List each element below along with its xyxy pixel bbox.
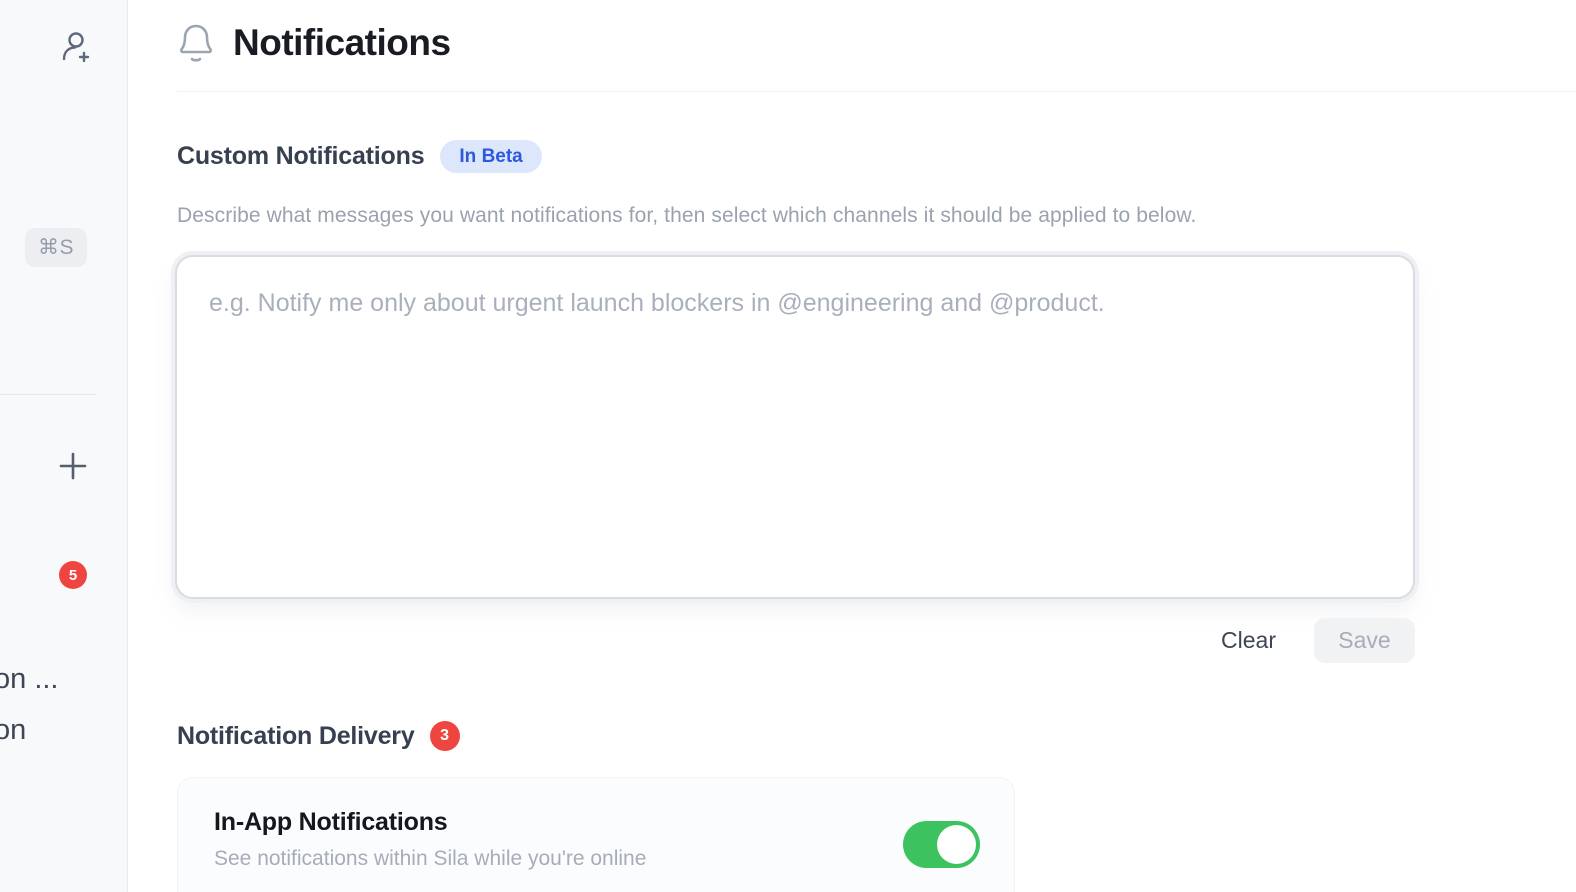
add-user-icon[interactable] <box>55 28 93 66</box>
in-app-notifications-toggle[interactable] <box>903 821 980 868</box>
notification-delivery-title: Notification Delivery <box>177 721 415 750</box>
toggle-knob <box>937 825 976 864</box>
page-header: Notifications <box>177 20 451 66</box>
sidebar-divider <box>0 394 97 395</box>
clear-button[interactable]: Clear <box>1221 627 1276 654</box>
shortcut-badge: ⌘S <box>25 228 87 267</box>
notifications-settings-page: Notifications Custom Notifications In Be… <box>129 0 1576 892</box>
delivery-item-card: In-App Notifications See notifications w… <box>177 777 1015 892</box>
custom-notifications-title: Custom Notifications <box>177 142 425 170</box>
delivery-count-badge: 3 <box>429 721 460 751</box>
page-title: Notifications <box>233 22 451 63</box>
save-button[interactable]: Save <box>1314 618 1415 663</box>
delivery-item-description: See notifications within Sila while you'… <box>214 847 647 870</box>
custom-notifications-description: Describe what messages you want notifica… <box>177 204 1197 227</box>
in-beta-badge: In Beta <box>440 140 542 173</box>
delivery-item-title: In-App Notifications <box>214 808 448 836</box>
header-divider <box>177 91 1576 92</box>
sidebar: ⌘S 5 on ... on <box>0 0 128 892</box>
unread-count-badge: 5 <box>59 561 87 589</box>
custom-notification-input[interactable] <box>175 255 1415 599</box>
add-plus-icon[interactable] <box>58 451 88 481</box>
sidebar-truncated-item[interactable]: on <box>0 714 26 747</box>
custom-notifications-heading: Custom Notifications In Beta <box>177 140 542 173</box>
textarea-actions: Clear Save <box>175 618 1415 663</box>
notification-delivery-heading: Notification Delivery 3 <box>177 721 460 751</box>
sidebar-truncated-item[interactable]: on ... <box>0 663 59 696</box>
bell-icon <box>177 22 215 66</box>
delivery-item-text: In-App Notifications See notifications w… <box>214 808 646 871</box>
